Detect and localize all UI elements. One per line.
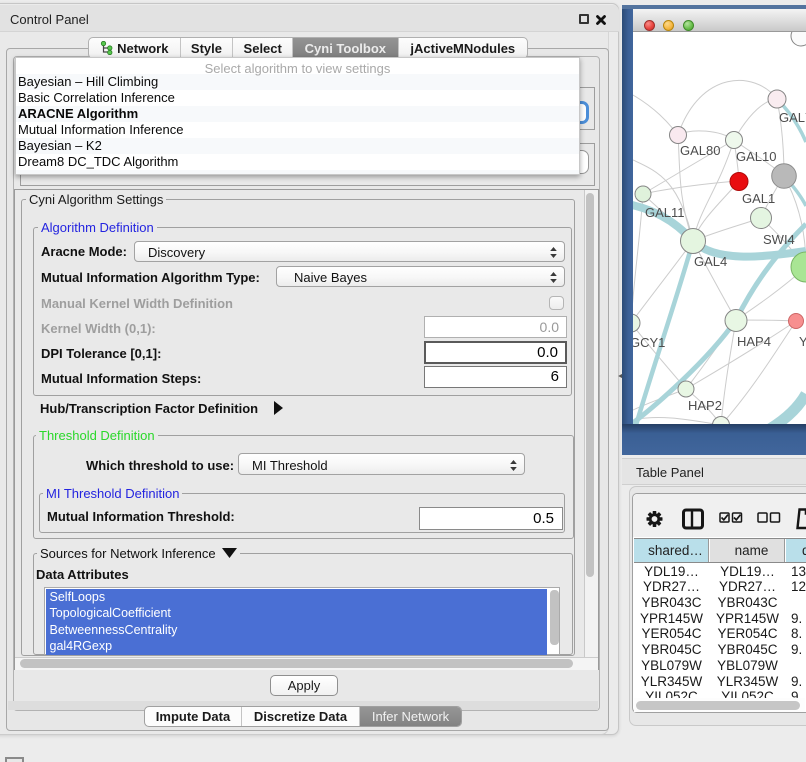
svg-text:HAP2: HAP2 [688,398,722,413]
svg-text:GAL4: GAL4 [694,254,727,269]
svg-text:GAL80: GAL80 [680,143,720,158]
svg-text:Y: Y [799,334,806,349]
svg-text:GAL11: GAL11 [645,205,685,220]
svg-text:SWI4: SWI4 [763,232,795,247]
svg-text:GCY1: GCY1 [633,335,665,350]
svg-text:GAL10: GAL10 [736,149,776,164]
svg-text:HAP4: HAP4 [737,334,771,349]
svg-text:GAL7: GAL7 [779,110,806,125]
svg-text:GAL1: GAL1 [742,191,775,206]
